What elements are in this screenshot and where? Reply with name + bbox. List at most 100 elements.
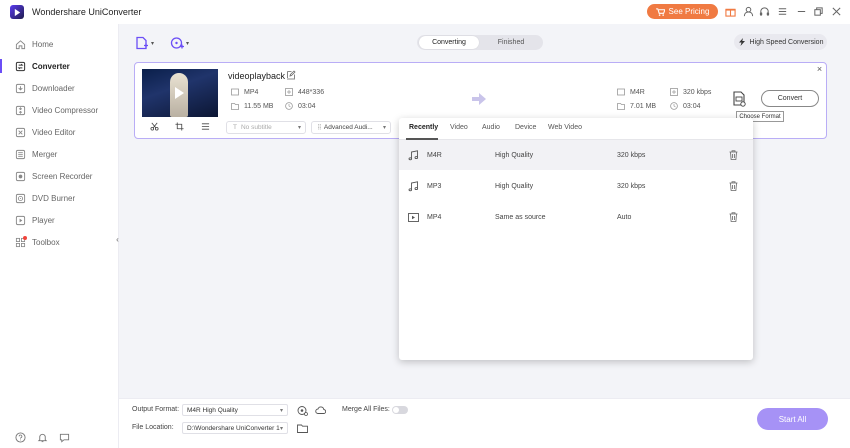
effects-list-icon[interactable] xyxy=(200,122,210,132)
compress-icon xyxy=(15,105,26,116)
tab-audio[interactable]: Audio xyxy=(482,124,500,131)
edit-name-icon[interactable] xyxy=(286,70,296,80)
format-name: M4R xyxy=(427,151,442,159)
headset-support-icon[interactable] xyxy=(758,5,770,17)
trash-icon[interactable] xyxy=(729,181,739,191)
target-format-value: M4R xyxy=(630,88,645,96)
trash-icon[interactable] xyxy=(729,150,739,160)
add-disc-icon xyxy=(170,37,184,49)
video-file-icon xyxy=(408,212,419,223)
target-size: 7.01 MB xyxy=(617,102,656,110)
source-duration-value: 03:04 xyxy=(298,102,316,110)
sidebar-item-merger[interactable]: Merger xyxy=(0,143,119,165)
convert-button[interactable]: Convert xyxy=(761,90,819,107)
sidebar-item-label: DVD Burner xyxy=(32,193,76,203)
help-icon[interactable] xyxy=(14,431,26,443)
video-file-icon xyxy=(231,88,239,96)
thumbnail-toolbar xyxy=(142,119,218,134)
target-duration-value: 03:04 xyxy=(683,102,701,110)
source-size-value: 11.55 MB xyxy=(244,102,274,110)
subtitle-select[interactable]: T No subtitle ▾ xyxy=(226,121,306,134)
chevron-down-icon: ▾ xyxy=(186,40,190,47)
video-thumbnail[interactable] xyxy=(142,69,218,117)
output-format-label: Output Format: xyxy=(132,406,180,413)
add-files-button[interactable]: ▾ xyxy=(135,35,154,51)
remove-file-icon[interactable]: × xyxy=(815,65,824,74)
disc-icon xyxy=(15,193,26,204)
see-pricing-label: See Pricing xyxy=(668,7,710,16)
sidebar-item-home[interactable]: Home xyxy=(0,33,119,55)
sidebar-item-downloader[interactable]: Downloader xyxy=(0,77,119,99)
tab-converting[interactable]: Converting xyxy=(419,36,479,49)
output-format-select[interactable]: M4R High Quality ▾ xyxy=(182,404,288,416)
merge-all-files-label: Merge All Files: xyxy=(342,406,390,413)
audio-track-select[interactable]: ⦙⦙ Advanced Audi... ▾ xyxy=(311,121,391,134)
high-speed-label: High Speed Conversion xyxy=(749,38,824,46)
start-all-button[interactable]: Start All xyxy=(757,408,828,430)
restore-icon[interactable] xyxy=(812,5,824,17)
account-icon[interactable] xyxy=(742,5,754,17)
menu-icon[interactable] xyxy=(776,5,788,17)
sidebar-item-label: Video Editor xyxy=(32,127,76,137)
app-title: Wondershare UniConverter xyxy=(32,7,142,17)
file-location-label: File Location: xyxy=(132,424,174,431)
minimize-icon[interactable] xyxy=(795,5,807,17)
sidebar-item-video-editor[interactable]: Video Editor xyxy=(0,121,119,143)
subtitle-value: No subtitle xyxy=(240,124,272,131)
merge-files-toggle[interactable] xyxy=(392,406,408,414)
sidebar-item-toolbox[interactable]: Toolbox xyxy=(0,231,119,253)
trim-scissors-icon[interactable] xyxy=(150,122,160,132)
add-from-device-button[interactable]: ▾ xyxy=(170,35,189,51)
sidebar-item-dvd-burner[interactable]: DVD Burner xyxy=(0,187,119,209)
high-speed-conversion-toggle[interactable]: High Speed Conversion xyxy=(734,34,827,50)
tab-video[interactable]: Video xyxy=(450,124,468,131)
format-bitrate: Auto xyxy=(617,213,632,221)
tab-device[interactable]: Device xyxy=(515,124,536,131)
see-pricing-button[interactable]: See Pricing xyxy=(647,4,718,19)
sidebar-item-player[interactable]: Player xyxy=(0,209,119,231)
sidebar-collapse-icon[interactable]: ‹ xyxy=(113,232,122,246)
format-settings-icon[interactable] xyxy=(297,405,308,416)
open-folder-icon[interactable] xyxy=(297,423,308,434)
title-bar: Wondershare UniConverter xyxy=(0,0,850,24)
format-row[interactable]: MP3 High Quality 320 kbps xyxy=(399,171,753,201)
tab-recently[interactable]: Recently xyxy=(409,124,438,131)
chevron-down-icon: ▾ xyxy=(382,125,386,131)
target-duration: 03:04 xyxy=(670,102,701,110)
sidebar-item-label: Player xyxy=(32,215,55,225)
subtitle-icon: T xyxy=(233,124,237,131)
home-icon xyxy=(15,39,26,50)
sidebar-item-label: Home xyxy=(32,39,54,49)
file-name: videoplayback xyxy=(228,71,286,81)
converter-icon xyxy=(15,61,26,72)
folder-icon xyxy=(617,102,625,110)
clock-icon xyxy=(670,102,678,110)
sidebar-item-screen-recorder[interactable]: Screen Recorder xyxy=(0,165,119,187)
format-row[interactable]: MP4 Same as source Auto xyxy=(399,202,753,232)
scissors-icon xyxy=(15,127,26,138)
feedback-icon[interactable] xyxy=(58,431,70,443)
chevron-down-icon: ▾ xyxy=(279,425,283,432)
format-tabs: Recently Video Audio Device Web Video xyxy=(399,118,753,140)
tab-web-video[interactable]: Web Video xyxy=(548,124,582,131)
grid-icon xyxy=(15,235,27,248)
app-logo-icon xyxy=(10,5,24,19)
sidebar-item-converter[interactable]: Converter xyxy=(0,55,119,77)
choose-format-icon[interactable] xyxy=(732,91,746,107)
format-row[interactable]: M4R High Quality 320 kbps xyxy=(399,140,753,170)
bell-icon[interactable] xyxy=(36,431,48,443)
close-icon[interactable] xyxy=(830,5,842,17)
sidebar-item-label: Downloader xyxy=(32,83,75,93)
music-note-icon xyxy=(408,180,419,192)
format-quality: High Quality xyxy=(495,182,534,190)
trash-icon[interactable] xyxy=(729,212,739,222)
crop-icon[interactable] xyxy=(175,122,185,132)
sidebar-item-video-compressor[interactable]: Video Compressor xyxy=(0,99,119,121)
format-bitrate: 320 kbps xyxy=(617,182,646,190)
tab-finished[interactable]: Finished xyxy=(481,36,541,49)
file-location-select[interactable]: D:\Wondershare UniConverter 1 ▾ xyxy=(182,422,288,434)
gift-icon[interactable] xyxy=(724,5,736,17)
audio-wave-icon: ⦙⦙ xyxy=(318,123,321,131)
format-dropdown-panel: Recently Video Audio Device Web Video M4… xyxy=(399,118,753,360)
cloud-upload-icon[interactable] xyxy=(315,405,327,416)
